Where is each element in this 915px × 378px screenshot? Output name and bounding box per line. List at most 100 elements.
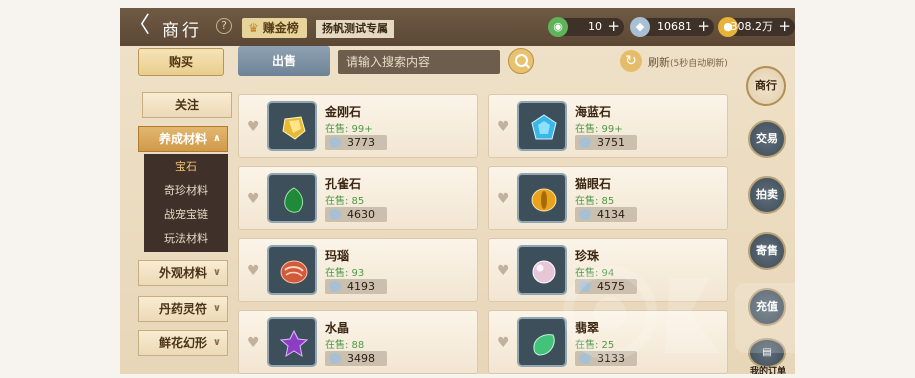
currency-gold-value: 308.2万 — [730, 20, 774, 33]
item-price: 3498 — [325, 351, 387, 366]
nav-appearance-materials[interactable]: 外观材料 ∨ — [138, 260, 228, 286]
silver-ingot-icon — [329, 209, 341, 220]
jade-coin-icon: ◉ — [548, 17, 568, 37]
currency-jade-value: 10 — [588, 20, 602, 33]
silver-ingot-icon — [329, 353, 341, 364]
currency-silver-value: 10681 — [657, 20, 692, 33]
nav-flower-label: 鲜花幻形 — [158, 336, 207, 350]
nav-follow[interactable]: 关注 — [142, 92, 232, 118]
silver-ingot-icon: ◆ — [630, 17, 650, 37]
item-stock: 在售: 88 — [325, 340, 365, 351]
tab-buy[interactable]: 购买 — [138, 48, 224, 76]
top-bar: 〈 商行 ? ♛ 赚金榜 扬帆测试专属 ◉ 10 + ◆ 10681 + ● 30… — [120, 8, 795, 46]
earn-rank-button[interactable]: ♛ 赚金榜 — [242, 18, 307, 38]
heart-icon[interactable]: ♥ — [247, 191, 260, 207]
game-window: 〈 商行 ? ♛ 赚金榜 扬帆测试专属 ◉ 10 + ◆ 10681 + ● 30… — [120, 8, 795, 374]
refresh-note: (5秒自动刷新) — [670, 59, 728, 69]
cats-eye-gem-icon — [517, 173, 567, 223]
heart-icon[interactable]: ♥ — [497, 263, 510, 279]
nav-appearance-label: 外观材料 — [158, 266, 207, 280]
item-stock: 在售: 93 — [325, 268, 365, 279]
item-card-aquamarine[interactable]: ♥ 海蓝石 在售: 99+ 3751 — [488, 94, 728, 158]
back-arrow-icon[interactable]: 〈 — [128, 14, 150, 38]
item-price: 4630 — [325, 207, 387, 222]
sub-item-gems[interactable]: 宝石 — [144, 155, 228, 179]
refresh-icon[interactable]: ↻ — [620, 50, 642, 72]
item-price: 3773 — [325, 135, 387, 150]
silver-ingot-icon — [329, 137, 341, 148]
chevron-down-icon: ∨ — [212, 303, 221, 314]
server-subtitle: 扬帆测试专属 — [316, 20, 394, 38]
item-price-value: 3773 — [347, 136, 375, 149]
search-icon[interactable] — [508, 48, 534, 74]
item-price-value: 3751 — [597, 136, 625, 149]
chevron-down-icon: ∨ — [212, 337, 221, 348]
heart-icon[interactable]: ♥ — [497, 191, 510, 207]
earn-rank-label: 赚金榜 — [262, 21, 299, 35]
sub-item-pet-chains[interactable]: 战宠宝链 — [144, 203, 228, 227]
item-card-agate[interactable]: ♥ 玛瑙 在售: 93 4193 — [238, 238, 478, 302]
sub-item-play-materials[interactable]: 玩法材料 — [144, 227, 228, 251]
item-stock: 在售: 99+ — [325, 124, 373, 135]
heart-icon[interactable]: ♥ — [247, 335, 260, 351]
item-stock: 在售: 99+ — [575, 124, 623, 135]
item-name: 海蓝石 — [575, 105, 612, 119]
item-name: 水晶 — [325, 321, 350, 335]
side-tab-auction[interactable]: 拍卖 — [748, 176, 786, 214]
item-price: 4193 — [325, 279, 387, 294]
item-card-malachite[interactable]: ♥ 孔雀石 在售: 85 4630 — [238, 166, 478, 230]
item-card-cats-eye[interactable]: ♥ 猫眼石 在售: 85 4134 — [488, 166, 728, 230]
aquamarine-gem-icon — [517, 101, 567, 151]
item-price-value: 4134 — [597, 208, 625, 221]
item-price-value: 4193 — [347, 280, 375, 293]
item-price-value: 4630 — [347, 208, 375, 221]
heart-icon[interactable]: ♥ — [247, 263, 260, 279]
item-name: 玛瑙 — [325, 249, 350, 263]
item-card-crystal[interactable]: ♥ 水晶 在售: 88 3498 — [238, 310, 478, 374]
item-card-diamond[interactable]: ♥ 金刚石 在售: 99+ 3773 — [238, 94, 478, 158]
add-silver-button[interactable]: + — [697, 17, 710, 35]
silver-ingot-icon — [579, 137, 591, 148]
logo-watermark — [563, 266, 795, 360]
heart-icon[interactable]: ♥ — [497, 335, 510, 351]
item-stock: 在售: 85 — [575, 196, 615, 207]
chevron-up-icon: ∧ — [212, 133, 221, 144]
chevron-down-icon: ∨ — [212, 267, 221, 278]
refresh-button[interactable]: 刷新(5秒自动刷新) — [648, 54, 728, 70]
refresh-label: 刷新 — [648, 56, 670, 69]
add-jade-button[interactable]: + — [607, 17, 620, 35]
currency-jade: ◉ 10 + — [548, 17, 624, 37]
tab-sell[interactable]: 出售 — [238, 46, 330, 76]
item-price: 4134 — [575, 207, 637, 222]
nav-elixir-label: 丹药灵符 — [158, 302, 207, 316]
page-title: 商行 — [162, 21, 202, 41]
silver-ingot-icon — [579, 209, 591, 220]
currency-silver: ◆ 10681 + — [630, 17, 714, 37]
nav-cultivation-label: 养成材料 — [158, 132, 207, 146]
search-input[interactable]: 请输入搜索内容 — [338, 50, 500, 74]
side-tab-trade[interactable]: 交易 — [748, 120, 786, 158]
side-tab-shop[interactable]: 商行 — [746, 66, 786, 106]
sub-item-rare-materials[interactable]: 奇珍材料 — [144, 179, 228, 203]
heart-icon[interactable]: ♥ — [497, 119, 510, 135]
nav-elixir-talismans[interactable]: 丹药灵符 ∨ — [138, 296, 228, 322]
item-name: 金刚石 — [325, 105, 362, 119]
currency-gold: ● 308.2万 + — [718, 17, 795, 37]
help-icon[interactable]: ? — [216, 18, 232, 34]
diamond-gem-icon — [267, 101, 317, 151]
item-name: 猫眼石 — [575, 177, 612, 191]
item-stock: 在售: 85 — [325, 196, 365, 207]
malachite-gem-icon — [267, 173, 317, 223]
nav-flower-transform[interactable]: 鲜花幻形 ∨ — [138, 330, 228, 356]
add-gold-button[interactable]: + — [778, 17, 791, 35]
item-name: 孔雀石 — [325, 177, 362, 191]
crystal-gem-icon — [267, 317, 317, 367]
heart-icon[interactable]: ♥ — [247, 119, 260, 135]
sub-nav: 宝石 奇珍材料 战宠宝链 玩法材料 — [144, 154, 228, 252]
silver-ingot-icon — [329, 281, 341, 292]
agate-gem-icon — [267, 245, 317, 295]
nav-cultivation-materials[interactable]: 养成材料 ∧ — [138, 126, 228, 152]
item-price: 3751 — [575, 135, 637, 150]
item-price-value: 3498 — [347, 352, 375, 365]
crown-icon: ♛ — [248, 21, 259, 35]
